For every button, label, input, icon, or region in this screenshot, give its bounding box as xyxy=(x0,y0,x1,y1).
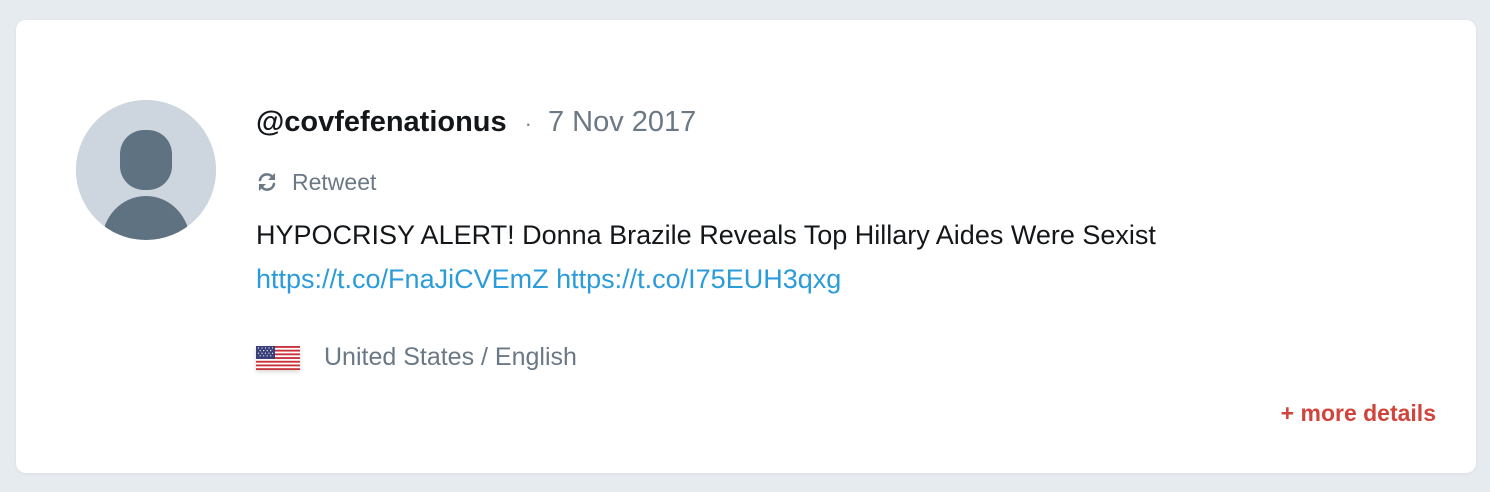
tweet-body-text: HYPOCRISY ALERT! Donna Brazile Reveals T… xyxy=(256,220,1156,250)
more-details-link[interactable]: + more details xyxy=(1281,400,1436,427)
tweet-link-1[interactable]: https://t.co/FnaJiCVEmZ xyxy=(256,264,549,294)
tweet-header: @covfefenationus · 7 Nov 2017 xyxy=(256,106,1406,142)
us-flag-icon xyxy=(256,345,300,370)
tweet-card: @covfefenationus · 7 Nov 2017 Retweet HY… xyxy=(16,20,1476,473)
location-language-text: United States / English xyxy=(324,343,577,371)
user-handle-link[interactable]: @covfefenationus xyxy=(256,106,507,139)
tweet-text: HYPOCRISY ALERT! Donna Brazile Reveals T… xyxy=(256,213,1256,301)
tweet-content: @covfefenationus · 7 Nov 2017 Retweet HY… xyxy=(256,106,1406,372)
location-language-row: United States / English xyxy=(256,343,1406,372)
retweet-indicator: Retweet xyxy=(256,169,1406,195)
retweet-label: Retweet xyxy=(292,168,377,195)
separator-dot: · xyxy=(524,111,532,136)
tweet-date: 7 Nov 2017 xyxy=(547,106,697,138)
retweet-icon xyxy=(256,171,278,193)
default-avatar-icon[interactable] xyxy=(76,100,216,240)
tweet-link-2[interactable]: https://t.co/I75EUH3qxg xyxy=(556,264,841,294)
